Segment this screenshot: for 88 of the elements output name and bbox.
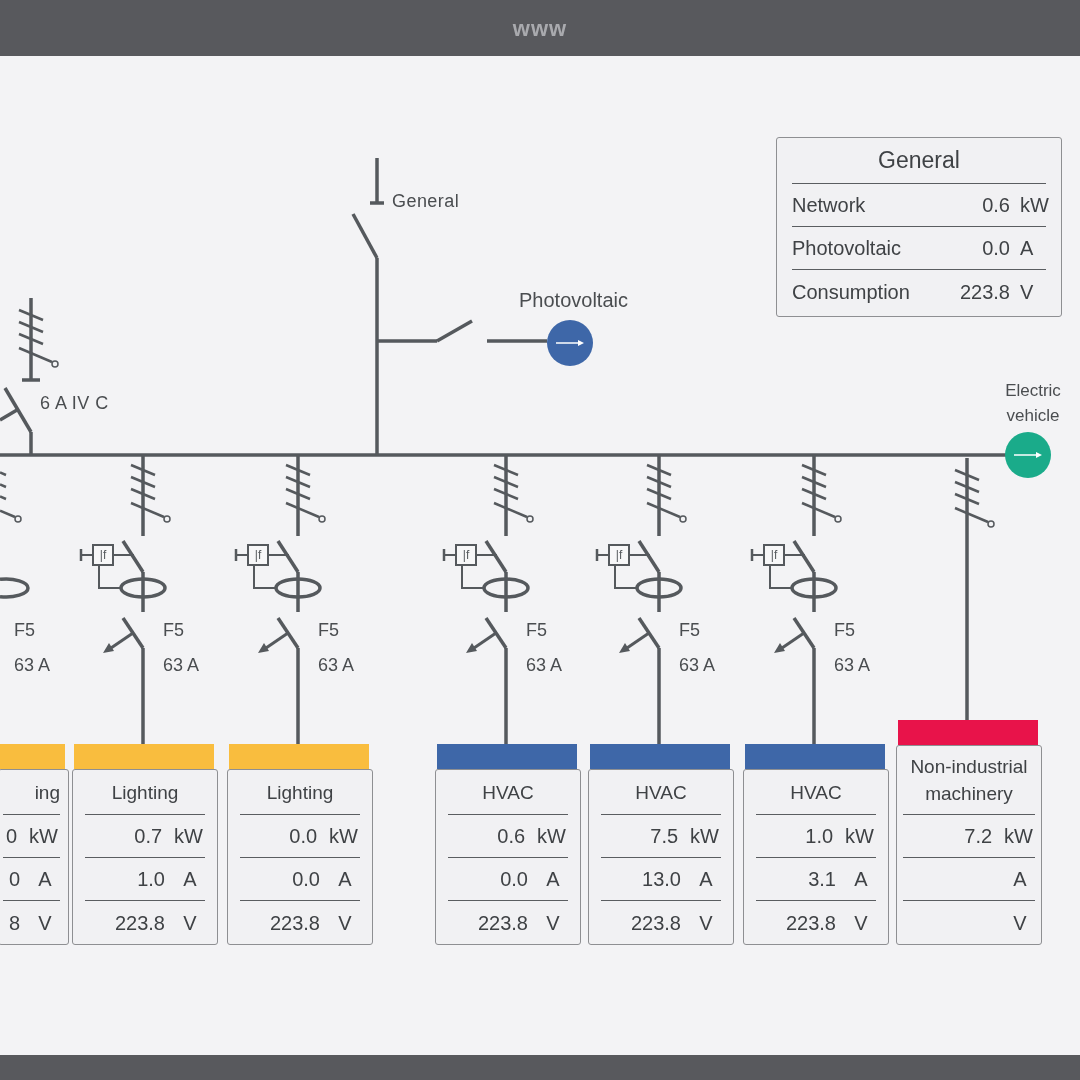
reading-value: 0	[6, 824, 18, 849]
relay-label: |f	[455, 544, 477, 566]
metric-label: Consumption	[792, 279, 911, 305]
load-title: HVAC	[790, 780, 842, 805]
reading-unit: A	[853, 867, 869, 892]
relay-wiring-line	[442, 549, 498, 589]
reading-unit: V	[337, 910, 353, 936]
reading-value: 0.6	[497, 824, 526, 849]
reading-unit: V	[1012, 910, 1028, 936]
metric-label: Network	[792, 193, 867, 218]
reading-unit: A	[337, 867, 353, 892]
current-transformer-icon	[0, 577, 30, 599]
metric-value: 223.8	[959, 279, 1010, 305]
reading-unit: V	[698, 910, 714, 936]
breaker-ticks-drawing	[0, 471, 22, 523]
rating-label: 63 A	[834, 654, 871, 677]
ev-output-icon	[1005, 432, 1051, 478]
reading-value: 8	[8, 910, 20, 936]
panel-title: General	[878, 146, 960, 176]
metric-label: Photovoltaic	[792, 236, 902, 261]
reading-unit: kW	[29, 824, 58, 849]
reading-unit: A	[182, 867, 198, 892]
reading-value: 7.5	[650, 824, 679, 849]
relay-wiring-line	[595, 549, 651, 589]
reading-value: 0.0	[292, 867, 320, 892]
switch-label: General	[392, 190, 460, 213]
fuse-label: F5	[318, 619, 339, 642]
reading-value: 0.0	[500, 867, 528, 892]
reading-value: 0.7	[134, 824, 163, 849]
reading-value: 223.8	[114, 910, 165, 936]
reading-unit: A	[545, 867, 561, 892]
relay-wiring-line	[79, 549, 135, 589]
load-title: Lighting	[266, 780, 334, 805]
load-title: HVAC	[482, 780, 534, 805]
reading-value: 1.0	[805, 824, 834, 849]
rating-label: 63 A	[163, 654, 200, 677]
reading-unit: kW	[329, 824, 358, 849]
fuse-label: F5	[14, 619, 35, 642]
reading-unit: V	[545, 910, 561, 936]
fuse-label: F5	[526, 619, 547, 642]
reading-unit: A	[698, 867, 714, 892]
relay-label: |f	[92, 544, 114, 566]
metric-unit: A	[1019, 236, 1035, 261]
reading-value: 1.0	[137, 867, 165, 892]
metric-unit: V	[1019, 279, 1035, 305]
pv-source-icon	[547, 320, 593, 366]
fuse-label: F5	[163, 619, 184, 642]
load-title: ing	[34, 780, 60, 805]
metric-value: 0.6	[982, 193, 1010, 218]
reading-value: 13.0	[642, 867, 681, 892]
relay-label: |f	[247, 544, 269, 566]
reading-unit: kW	[690, 824, 719, 849]
load-title: Lighting	[111, 780, 179, 805]
reading-unit: kW	[845, 824, 874, 849]
reading-unit: kW	[174, 824, 203, 849]
reading-unit: A	[1012, 867, 1028, 892]
rating-label: 63 A	[318, 654, 355, 677]
fuse-label: F5	[834, 619, 855, 642]
pv-feed-line	[487, 339, 547, 343]
fuse-label: F5	[679, 619, 700, 642]
relay-label: |f	[763, 544, 785, 566]
reading-unit: kW	[537, 824, 566, 849]
reading-value: 3.1	[808, 867, 836, 892]
reading-value: 0	[8, 867, 20, 892]
reading-value: 223.8	[269, 910, 320, 936]
reading-unit: kW	[1004, 824, 1033, 849]
rating-label: 63 A	[526, 654, 563, 677]
reading-unit: A	[37, 867, 53, 892]
reading-value: 223.8	[630, 910, 681, 936]
reading-value: 7.2	[964, 824, 993, 849]
metric-value: 0.0	[982, 236, 1010, 261]
reading-value: 0.0	[289, 824, 318, 849]
reading-value: 223.8	[785, 910, 836, 936]
relay-label: |f	[608, 544, 630, 566]
breaker-label: 6 A IV C	[40, 392, 109, 415]
rating-label: 63 A	[14, 654, 51, 677]
rating-label: 63 A	[679, 654, 716, 677]
reading-unit: V	[37, 910, 53, 936]
reading-value: 223.8	[477, 910, 528, 936]
relay-wiring-line	[750, 549, 806, 589]
ev-label: Electric vehicle	[1004, 380, 1062, 427]
reading-unit: V	[853, 910, 869, 936]
load-title: Non-industrial machinery	[909, 755, 1029, 806]
browser-title: www	[512, 14, 568, 43]
load-title: HVAC	[635, 780, 687, 805]
reading-unit: V	[182, 910, 198, 936]
relay-wiring-line	[234, 549, 290, 589]
source-label: Photovoltaic	[519, 288, 628, 313]
